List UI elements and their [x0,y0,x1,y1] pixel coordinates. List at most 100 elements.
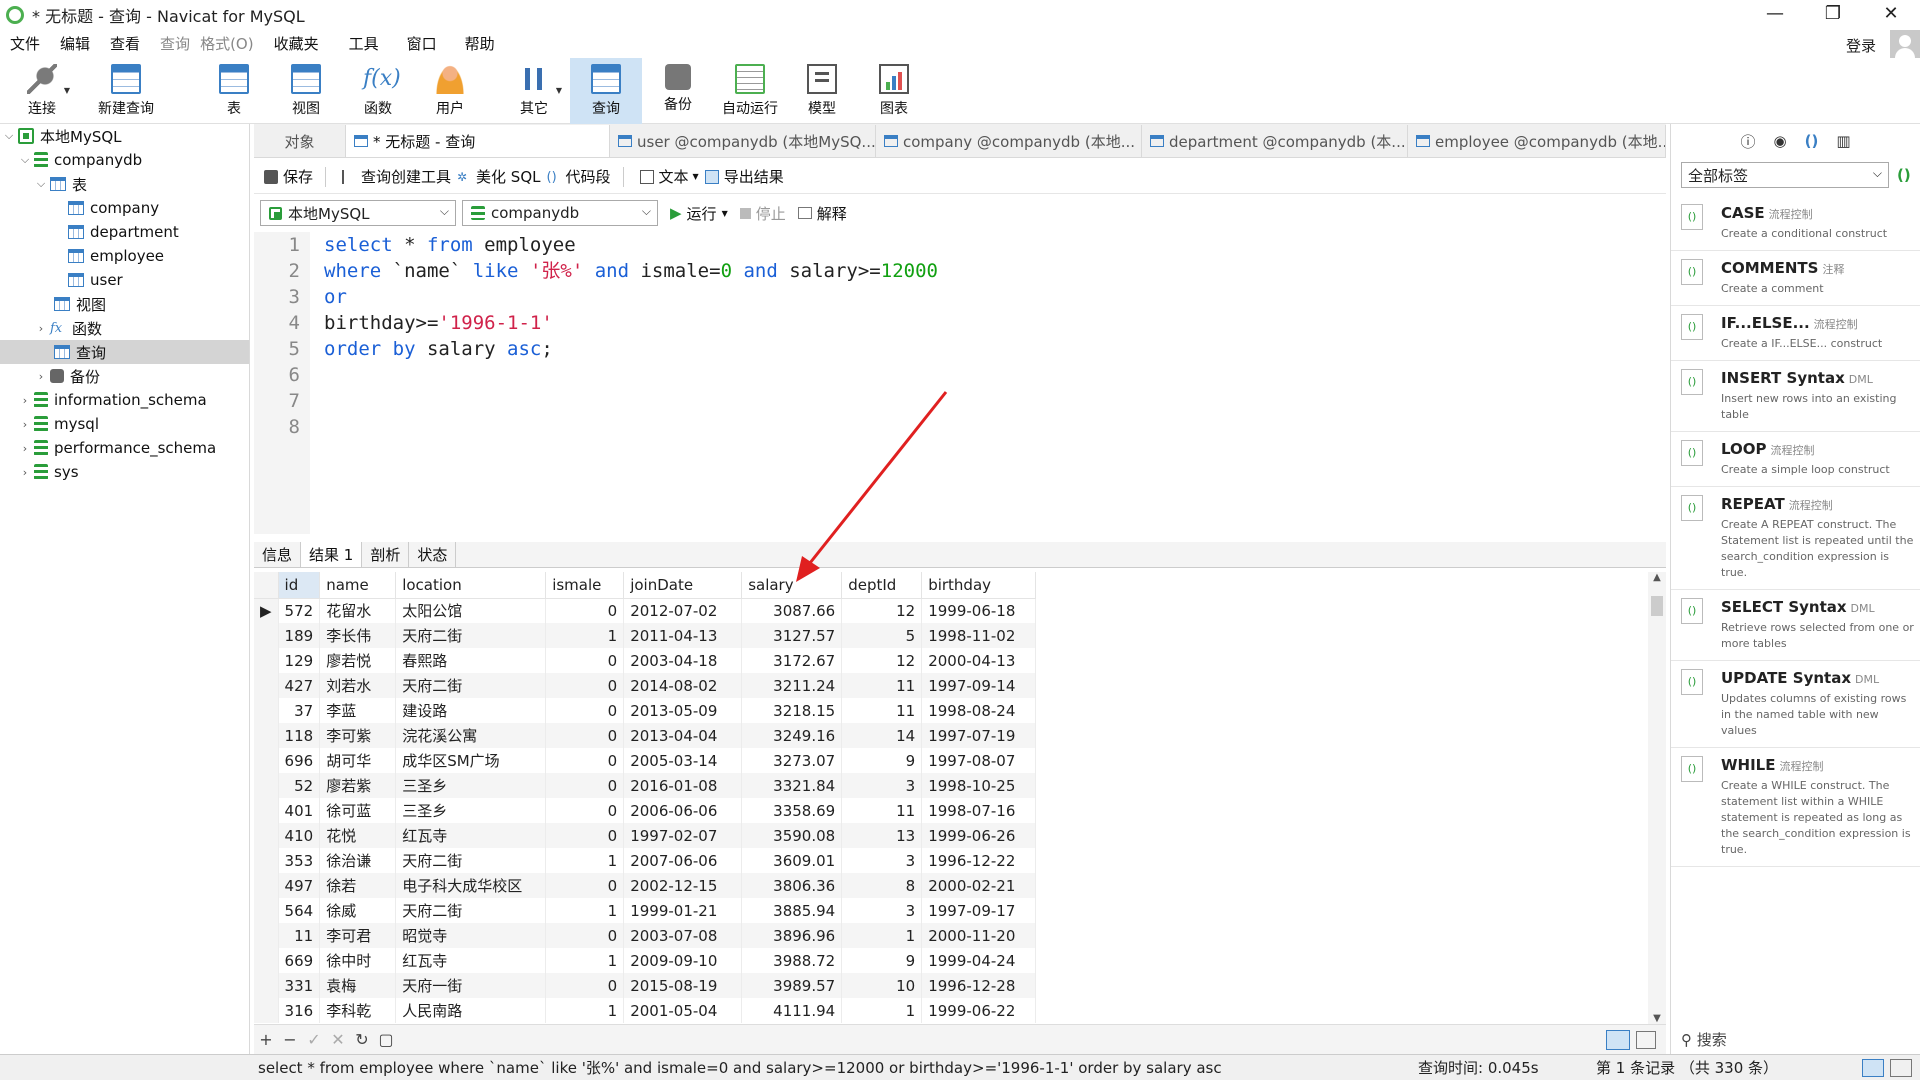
table-cell-joinDate[interactable]: 2012-07-02 [623,598,743,623]
table-cell-salary[interactable]: 3249.16 [741,723,843,748]
expand-icon[interactable]: › [18,418,32,431]
column-header-ismale[interactable]: ismale [545,572,625,599]
tree-db-information-schema[interactable]: › information_schema [0,388,249,412]
row-marker[interactable] [254,723,279,748]
table-cell-salary[interactable]: 3590.08 [741,823,843,848]
table-cell-location[interactable]: 春熙路 [395,648,547,673]
tree-table-company[interactable]: company [0,196,249,220]
expand-icon[interactable]: › [18,466,32,479]
form-view-icon[interactable] [1636,1030,1656,1049]
table-cell-salary[interactable]: 3087.66 [741,598,843,623]
run-button[interactable]: ▶ 运行 ▼ [670,203,728,224]
table-cell-id[interactable]: 353 [278,848,321,873]
table-cell-location[interactable]: 建设路 [395,698,547,723]
table-cell-birthday[interactable]: 1999-06-22 [921,998,1037,1023]
table-cell-ismale[interactable]: 0 [545,798,625,823]
table-cell-name[interactable]: 花悦 [319,823,397,848]
table-cell-birthday[interactable]: 1997-09-17 [921,898,1037,923]
table-cell-name[interactable]: 刘若水 [319,673,397,698]
row-marker[interactable] [254,873,279,898]
expand-icon[interactable]: › [34,370,48,383]
snippet-item[interactable]: () SELECT Syntax DML Retrieve rows selected… [1671,590,1920,661]
row-marker-header[interactable] [254,572,279,599]
toolbar-automation-button[interactable]: 自动运行 [714,58,786,124]
apply-icon[interactable]: ✓ [302,1030,326,1049]
toolbar-user-button[interactable]: 用户 [414,58,486,124]
database-select[interactable]: companydb ⌵ [462,200,658,226]
table-cell-ismale[interactable]: 0 [545,648,625,673]
menu-tools[interactable]: 工具 [339,30,389,58]
table-cell-salary[interactable]: 3609.01 [741,848,843,873]
table-cell-id[interactable]: 497 [278,873,321,898]
table-cell-location[interactable]: 天府二街 [395,673,547,698]
snippet-braces-icon[interactable]: () [1805,132,1819,150]
snippet-item[interactable]: () INSERT Syntax DML Insert new rows into a… [1671,361,1920,432]
scroll-down-icon[interactable]: ▼ [1648,1013,1666,1024]
toolbar-backup-button[interactable]: 备份 [642,58,714,124]
table-cell-name[interactable]: 花留水 [319,598,397,623]
expand-icon[interactable]: › [34,322,48,335]
stop-button[interactable]: 停止 [739,203,786,224]
sql-editor[interactable]: 1 2 3 4 5 6 7 8 select * from employee wh… [254,232,1666,534]
table-cell-location[interactable]: 红瓦寺 [395,948,547,973]
table-cell-salary[interactable]: 3321.84 [741,773,843,798]
table-row[interactable]: 11 李可君 昭觉寺 0 2003-07-08 3896.96 1 2000-11-20 [254,923,1037,948]
table-cell-joinDate[interactable]: 2016-01-08 [623,773,743,798]
code-line[interactable]: order by salary asc; [324,336,1666,362]
table-cell-birthday[interactable]: 2000-11-20 [921,923,1037,948]
table-cell-joinDate[interactable]: 2003-04-18 [623,648,743,673]
snippet-item[interactable]: () COMMENTS 注释 Create a comment [1671,251,1920,306]
sql-code[interactable]: select * from employee where `name` like … [310,232,1666,534]
table-cell-joinDate[interactable]: 2006-06-06 [623,798,743,823]
code-snippet-button[interactable]: () 代码段 [547,166,611,187]
code-line[interactable] [324,388,1666,414]
code-line[interactable]: where `name` like '张%' and ismale=0 and … [324,258,1666,284]
table-cell-id[interactable]: 572 [278,598,321,623]
table-cell-id[interactable]: 316 [278,998,321,1023]
table-row[interactable]: 427 刘若水 天府二街 0 2014-08-02 3211.24 11 1997-09-14 [254,673,1037,698]
row-marker[interactable] [254,623,279,648]
snippet-item[interactable]: () REPEAT 流程控制 Create A REPEAT construct. T… [1671,487,1920,590]
table-cell-deptId[interactable]: 12 [841,648,923,673]
table-cell-name[interactable]: 李可君 [319,923,397,948]
table-cell-name[interactable]: 徐威 [319,898,397,923]
expand-icon[interactable]: › [18,394,32,407]
table-cell-location[interactable]: 三圣乡 [395,798,547,823]
menu-edit[interactable]: 编辑 [50,30,100,58]
snippet-item[interactable]: () IF...ELSE... 流程控制 Create a IF...ELSE... … [1671,306,1920,361]
collapse-icon[interactable]: ⌵ [18,153,32,167]
tab-company-table[interactable]: company @companydb (本地... [876,125,1142,157]
table-cell-id[interactable]: 11 [278,923,321,948]
toolbar-other-button[interactable]: 其它 ▼ [498,58,570,124]
table-cell-name[interactable]: 李可紫 [319,723,397,748]
table-cell-birthday[interactable]: 1999-04-24 [921,948,1037,973]
snippet-item[interactable]: () LOOP 流程控制 Create a simple loop construct [1671,432,1920,487]
menu-favorites[interactable]: 收藏夹 [264,30,329,58]
vertical-scrollbar[interactable]: ▲ ▼ [1648,572,1666,1024]
table-cell-ismale[interactable]: 0 [545,873,625,898]
beautify-sql-button[interactable]: ✲ 美化 SQL [457,166,540,187]
column-header-joinDate[interactable]: joinDate [623,572,743,599]
table-cell-deptId[interactable]: 3 [841,773,923,798]
table-cell-birthday[interactable]: 2000-02-21 [921,873,1037,898]
table-row[interactable]: 189 李长伟 天府二街 1 2011-04-13 3127.57 5 1998-11-02 [254,623,1037,648]
export-results-button[interactable]: 导出结果 [704,166,784,187]
table-cell-id[interactable]: 669 [278,948,321,973]
table-row[interactable]: 696 胡可华 成华区SM广场 0 2005-03-14 3273.07 9 1997-08-… [254,748,1037,773]
table-cell-id[interactable]: 427 [278,673,321,698]
table-cell-id[interactable]: 129 [278,648,321,673]
layout-icon[interactable]: ▥ [1836,132,1850,150]
tree-db-sys[interactable]: › sys [0,460,249,484]
table-cell-deptId[interactable]: 10 [841,973,923,998]
login-link[interactable]: 登录 [1846,35,1876,56]
toolbar-connection-button[interactable]: 连接 ▼ [6,58,78,124]
table-cell-salary[interactable]: 3127.57 [741,623,843,648]
minimize-button[interactable]: — [1746,0,1804,30]
table-cell-salary[interactable]: 3989.57 [741,973,843,998]
table-cell-location[interactable]: 天府二街 [395,848,547,873]
table-cell-deptId[interactable]: 11 [841,798,923,823]
table-cell-salary[interactable]: 3358.69 [741,798,843,823]
table-cell-joinDate[interactable]: 2014-08-02 [623,673,743,698]
table-cell-birthday[interactable]: 1998-08-24 [921,698,1037,723]
table-cell-name[interactable]: 李蓝 [319,698,397,723]
